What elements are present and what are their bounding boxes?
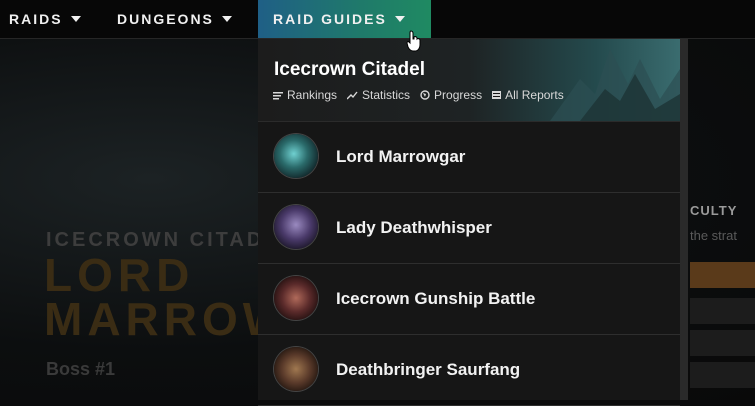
boss-avatar: [274, 205, 318, 249]
boss-item-deathbringer-saurfang[interactable]: Deathbringer Saurfang: [258, 335, 680, 406]
boss-title: LORD MARROW: [44, 249, 292, 345]
link-statistics[interactable]: Statistics: [347, 88, 410, 102]
link-progress-label: Progress: [434, 88, 483, 102]
trend-icon: [347, 91, 358, 99]
boss-item-icecrown-gunship-battle[interactable]: Icecrown Gunship Battle: [258, 264, 680, 335]
boss-name: Lord Marrowgar: [336, 147, 466, 166]
boss-name: Icecrown Gunship Battle: [336, 289, 536, 308]
globe-icon: [420, 90, 430, 100]
header-art: [550, 49, 680, 121]
difficulty-option[interactable]: [690, 330, 755, 356]
chevron-down-icon: [70, 16, 81, 22]
link-all-reports[interactable]: All Reports: [492, 88, 564, 102]
difficulty-subtitle: the strat: [690, 228, 737, 243]
top-nav: RAIDS DUNGEONS RAID GUIDES: [0, 0, 755, 39]
difficulty-option-selected[interactable]: [690, 262, 755, 288]
nav-raids-label: RAIDS: [9, 11, 63, 27]
reports-icon: [492, 91, 502, 99]
boss-name: Lady Deathwhisper: [336, 218, 492, 237]
link-progress[interactable]: Progress: [420, 88, 482, 102]
boss-title-line1: LORD: [44, 249, 195, 301]
nav-raids[interactable]: RAIDS: [9, 0, 81, 38]
raid-guides-dropdown: Icecrown Citadel Rankings Statistics Pro…: [258, 39, 688, 406]
difficulty-option[interactable]: [690, 298, 755, 324]
link-rankings[interactable]: Rankings: [273, 88, 337, 102]
dropdown-header: Icecrown Citadel Rankings Statistics Pro…: [258, 39, 680, 122]
link-all-reports-label: All Reports: [505, 88, 564, 102]
difficulty-panel: CULTY the strat: [680, 198, 755, 400]
boss-title-line2: MARROW: [44, 293, 292, 345]
boss-avatar: [274, 134, 318, 178]
difficulty-title: CULTY: [690, 203, 738, 218]
boss-number: Boss #1: [46, 359, 116, 379]
chevron-down-icon: [221, 16, 232, 22]
hand-cursor-icon: [406, 30, 421, 52]
boss-item-lady-deathwhisper[interactable]: Lady Deathwhisper: [258, 193, 680, 264]
nav-raid-guides-label: RAID GUIDES: [273, 11, 387, 27]
bars-icon: [273, 91, 283, 99]
boss-name: Deathbringer Saurfang: [336, 360, 521, 379]
boss-avatar: [274, 347, 318, 391]
link-statistics-label: Statistics: [362, 88, 411, 102]
difficulty-option[interactable]: [690, 362, 755, 388]
nav-dungeons-label: DUNGEONS: [117, 11, 214, 27]
nav-dungeons[interactable]: DUNGEONS: [117, 0, 232, 38]
dropdown-title[interactable]: Icecrown Citadel: [274, 59, 425, 81]
link-rankings-label: Rankings: [287, 88, 338, 102]
chevron-down-icon: [394, 16, 405, 22]
dropdown-links: Rankings Statistics Progress All Reports: [273, 88, 574, 102]
boss-avatar: [274, 276, 318, 320]
boss-item-lord-marrowgar[interactable]: Lord Marrowgar: [258, 122, 680, 193]
